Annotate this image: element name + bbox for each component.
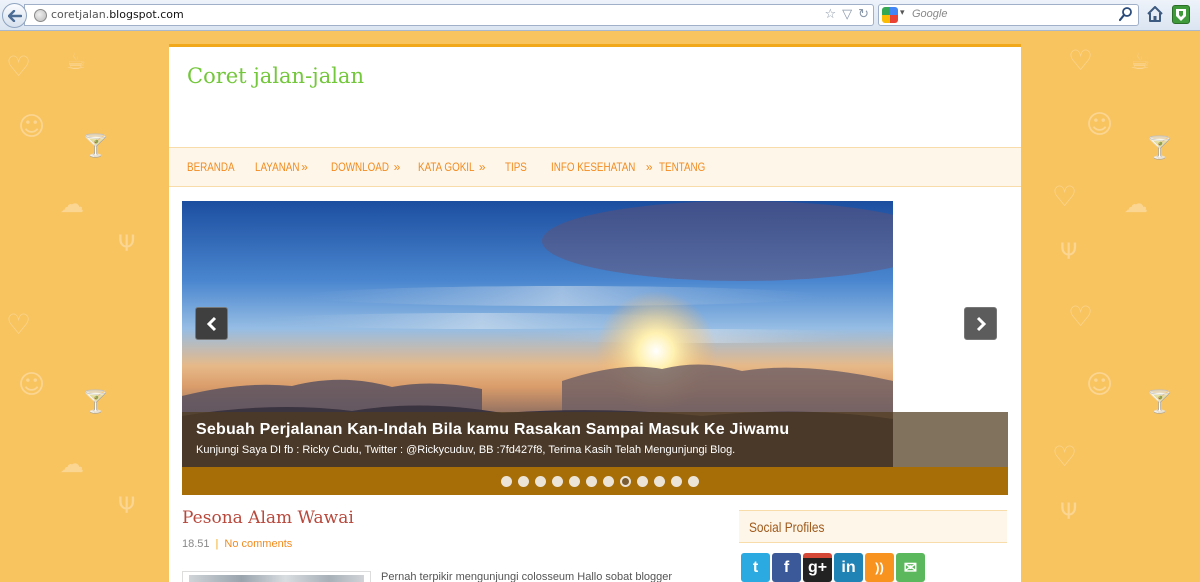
address-bar-icons: ☆ ▽ ↻ — [824, 7, 869, 22]
blog-title[interactable]: Coret jalan-jalan — [187, 64, 364, 88]
heart-doodle-icon: ♡ — [1052, 440, 1078, 473]
nav-item-label: Beranda — [187, 160, 235, 174]
thumbnail-image — [189, 575, 364, 582]
nav-item-tips[interactable]: Tips — [505, 147, 551, 187]
nav-item-tentang[interactable]: Tentang — [659, 147, 719, 187]
comments-link[interactable]: No comments — [224, 538, 292, 550]
nav-item-label: Layanan — [255, 160, 300, 174]
nav-item-info-kesehatan[interactable]: Info Kesehatan » — [551, 147, 659, 187]
heart-doodle-icon: ♡ — [1068, 44, 1094, 77]
main-nav: Beranda Layanan» Download» Kata Gokil» Tips I… — [169, 147, 1021, 187]
back-button[interactable] — [2, 3, 27, 28]
post-title[interactable]: Pesona Alam Wawai — [182, 508, 354, 528]
fork-doodle-icon: Ψ — [118, 232, 136, 257]
submenu-caret-icon: » — [478, 160, 486, 174]
slider-dot[interactable] — [620, 475, 631, 487]
chef-hat-doodle-icon: ☁ — [60, 190, 84, 218]
social-profile-links: t f g+ in)) ✉ — [741, 553, 925, 582]
slider-dot[interactable] — [518, 475, 529, 487]
address-bar[interactable]: coretjalan.blogspot.com ☆ ▽ ↻ — [24, 4, 874, 26]
slide-caption-text: Kunjungi Saya DI fb : Ricky Cudu, Twitte… — [196, 444, 736, 456]
slider-dot[interactable] — [552, 475, 563, 487]
cup-doodle-icon: ☕ — [1130, 50, 1150, 75]
twitter-icon[interactable]: t — [741, 553, 770, 582]
slider-prev-button[interactable] — [195, 307, 228, 340]
slider-dot[interactable] — [569, 475, 580, 487]
url-text[interactable]: coretjalan.blogspot.com — [51, 8, 184, 21]
slider-dot[interactable] — [671, 475, 682, 487]
nav-item-label: Info Kesehatan — [551, 160, 636, 174]
slider-pagination — [182, 467, 1008, 495]
heart-doodle-icon: ♡ — [1068, 300, 1094, 333]
chevron-left-icon — [206, 316, 216, 331]
google-plus-icon[interactable]: g+ — [803, 553, 832, 582]
heart-doodle-icon: ♡ — [6, 308, 32, 341]
fork-doodle-icon: Ψ — [118, 494, 136, 519]
slide-caption-title[interactable]: Sebuah Perjalanan Kan-Indah Bila kamu Ra… — [196, 421, 789, 439]
glass-doodle-icon: 🍸 — [1146, 136, 1174, 161]
social-profiles-widget-header: Social Profiles — [739, 510, 1007, 543]
search-engine-dropdown-icon[interactable]: ▾ — [900, 8, 905, 18]
slider-dot[interactable] — [654, 475, 665, 487]
email-icon[interactable]: ✉ — [896, 553, 925, 582]
dropdown-icon[interactable]: ▽ — [842, 7, 852, 22]
search-icon[interactable] — [1119, 6, 1133, 22]
widget-title: Social Profiles — [749, 519, 825, 535]
post-time: 18.51 — [182, 538, 210, 550]
slider-dot[interactable] — [603, 475, 614, 487]
nav-item-kata-gokil[interactable]: Kata Gokil» — [418, 147, 505, 187]
nav-item-beranda[interactable]: Beranda — [187, 147, 255, 187]
search-input[interactable]: Google — [912, 8, 947, 20]
nav-item-download[interactable]: Download » — [331, 147, 418, 187]
nav-item-label: Tentang — [659, 160, 706, 174]
home-icon[interactable] — [1147, 6, 1163, 22]
chef-hat-doodle-icon: ☁ — [60, 450, 84, 478]
submenu-caret-icon: » — [645, 160, 653, 174]
heart-doodle-icon: ♡ — [1052, 180, 1078, 213]
google-icon[interactable] — [882, 7, 898, 23]
meta-separator: | — [215, 538, 219, 550]
nav-item-label: Kata Gokil — [418, 160, 475, 174]
nav-item-label: Tips — [505, 160, 527, 174]
post-thumbnail[interactable] — [182, 571, 371, 582]
search-box[interactable]: ▾ Google — [878, 4, 1139, 26]
reload-icon[interactable]: ↻ — [858, 7, 869, 22]
addon-icon[interactable] — [1172, 5, 1190, 24]
slider-next-button[interactable] — [964, 307, 997, 340]
slide-caption[interactable]: Sebuah Perjalanan Kan-Indah Bila kamu Ra… — [182, 412, 1008, 467]
smile-doodle-icon: ☺ — [18, 112, 46, 142]
chef-hat-doodle-icon: ☁ — [1124, 190, 1148, 218]
nav-item-layanan[interactable]: Layanan» — [255, 147, 331, 187]
submenu-caret-icon: » — [301, 160, 308, 174]
glass-doodle-icon: 🍸 — [82, 390, 110, 415]
slider-dot[interactable] — [501, 475, 512, 487]
globe-icon — [34, 9, 47, 22]
post-meta: 18.51 | No comments — [182, 538, 292, 550]
star-icon[interactable]: ☆ — [824, 7, 836, 22]
cup-doodle-icon: ☕ — [66, 50, 86, 75]
fork-doodle-icon: Ψ — [1060, 240, 1078, 265]
rss-icon[interactable]: )) — [865, 553, 894, 582]
blog-page: Coret jalan-jalan Beranda Layanan» Downloa… — [169, 44, 1021, 582]
submenu-caret-icon: » — [393, 160, 401, 174]
smile-doodle-icon: ☺ — [18, 370, 46, 400]
slider-dot[interactable] — [586, 475, 597, 487]
heart-doodle-icon: ♡ — [6, 50, 32, 83]
glass-doodle-icon: 🍸 — [1146, 390, 1174, 415]
post-excerpt: Pernah terpikir mengunjungi colosseum Ha… — [381, 571, 673, 582]
glass-doodle-icon: 🍸 — [82, 134, 110, 159]
smile-doodle-icon: ☺ — [1086, 110, 1114, 140]
browser-toolbar: coretjalan.blogspot.com ☆ ▽ ↻ ▾ Google — [0, 0, 1200, 31]
slider-dot[interactable] — [535, 475, 546, 487]
back-arrow-icon — [7, 9, 22, 22]
fork-doodle-icon: Ψ — [1060, 500, 1078, 525]
facebook-icon[interactable]: f — [772, 553, 801, 582]
featured-slider: Sebuah Perjalanan Kan-Indah Bila kamu Ra… — [182, 201, 1008, 495]
slider-dot[interactable] — [637, 475, 648, 487]
linkedin-icon[interactable]: in — [834, 553, 863, 582]
slider-dot[interactable] — [688, 475, 699, 487]
chevron-right-icon — [976, 316, 986, 331]
smile-doodle-icon: ☺ — [1086, 370, 1114, 400]
nav-item-label: Download — [331, 160, 389, 174]
